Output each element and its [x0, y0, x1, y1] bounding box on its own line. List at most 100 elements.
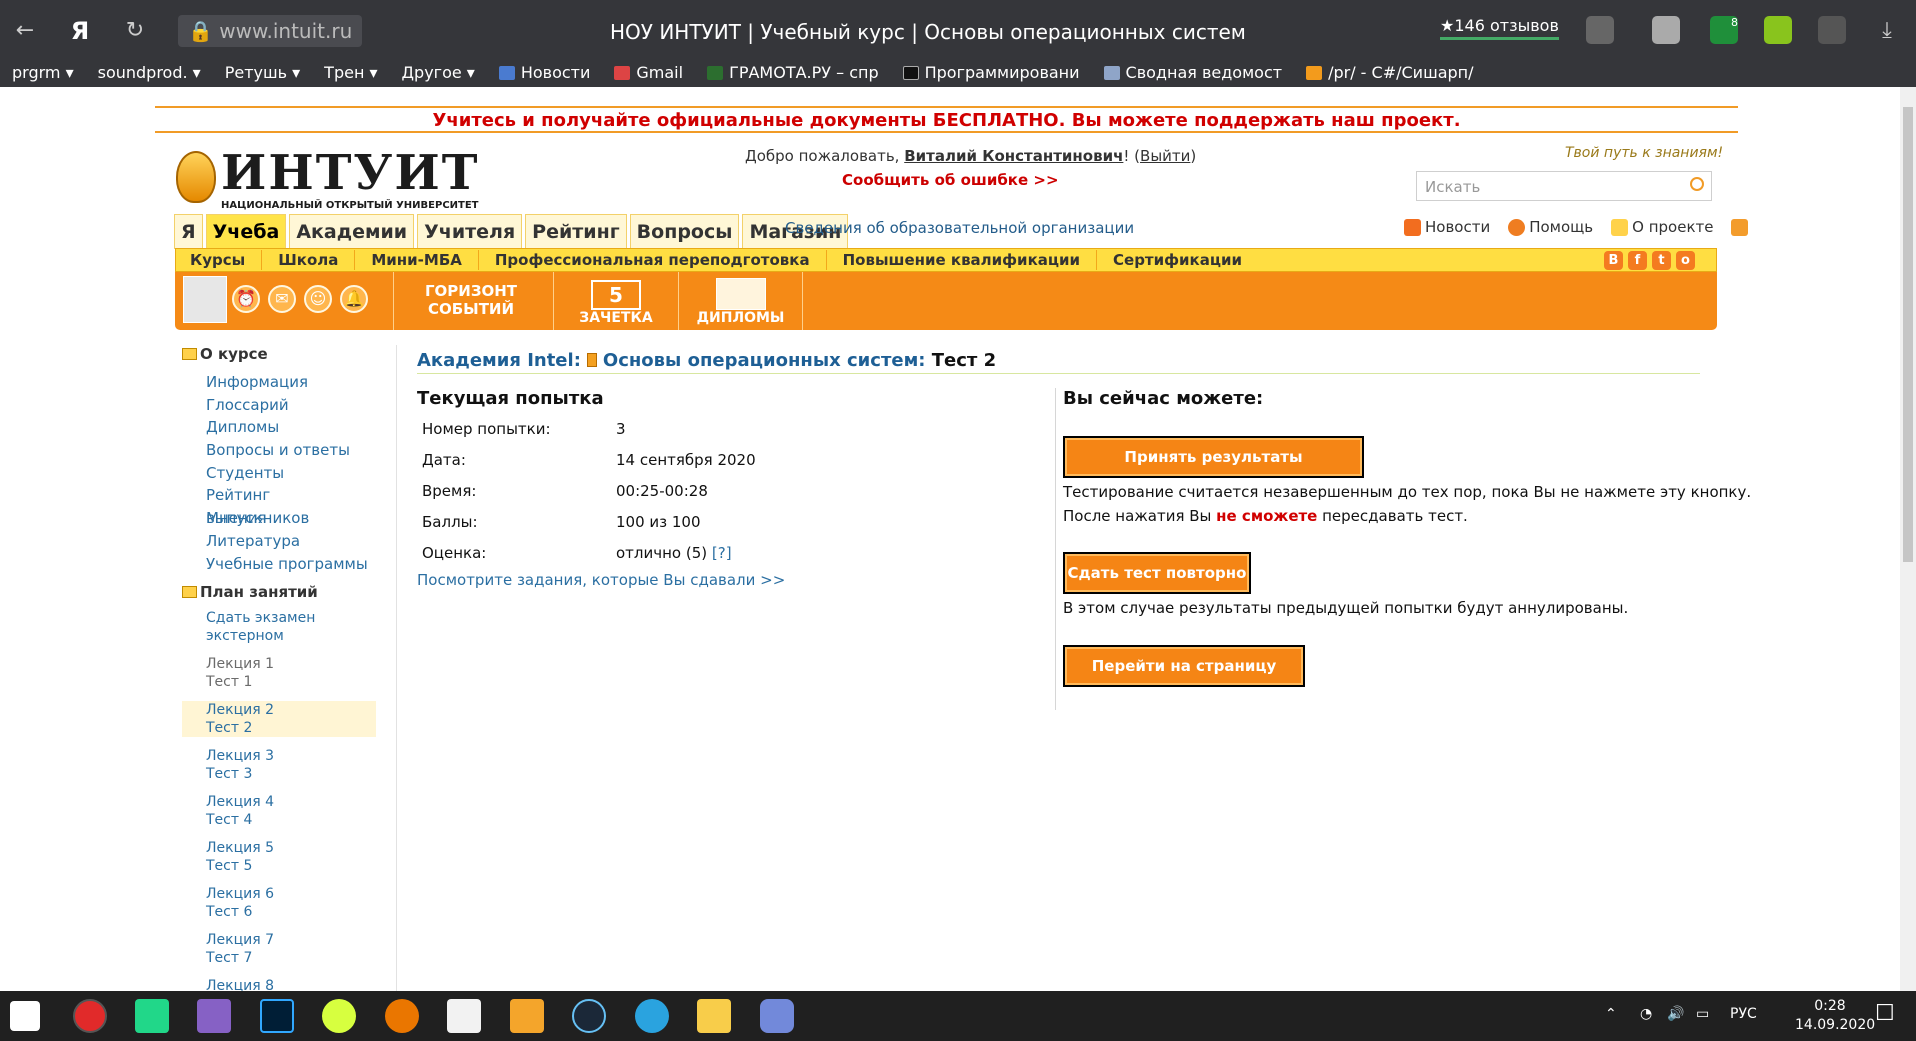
photoshop-icon[interactable]: [260, 999, 294, 1033]
sidebar-link-information[interactable]: Информация: [206, 371, 376, 394]
avatar[interactable]: [183, 276, 227, 323]
tab-me[interactable]: Я: [174, 214, 203, 249]
tab-academies[interactable]: Академии: [289, 214, 415, 249]
notifications-icon[interactable]: ☐: [1875, 1001, 1895, 1026]
lesson-plan-heading[interactable]: План занятий: [182, 583, 376, 601]
bookmark-soundprod[interactable]: soundprod. ▾: [98, 63, 201, 82]
breadcrumb-course-link[interactable]: Основы операционных систем: [603, 350, 918, 371]
bookmark-news[interactable]: Новости: [498, 63, 590, 82]
tab-questions[interactable]: Вопросы: [629, 214, 740, 249]
bookmark-programming[interactable]: Программировани: [902, 63, 1080, 82]
unity-icon[interactable]: [447, 999, 481, 1033]
organization-info-link[interactable]: Сведения об образовательной организации: [785, 219, 1134, 237]
screenshot-icon[interactable]: [1818, 16, 1846, 44]
windows-start-icon[interactable]: [10, 1001, 40, 1031]
address-bar[interactable]: 🔒 www.intuit.ru: [178, 15, 363, 47]
subnav-qualification[interactable]: Повышение квалификации: [827, 250, 1098, 270]
bookmark-csharp[interactable]: /pr/ - C#/Сишарп/: [1306, 63, 1474, 82]
content-divider: [1055, 388, 1056, 710]
report-error-link[interactable]: Сообщить об ошибке >>: [842, 171, 1059, 189]
help-link[interactable]: Помощь: [1508, 218, 1593, 236]
user-toolbar: ⏰ ✉ ☺ 🔔 ГОРИЗОНТ СОБЫТИЙ 5 ЗАЧЕТКА ДИПЛО…: [175, 272, 1717, 330]
yandex-menu-button[interactable]: Я: [65, 16, 95, 46]
fl-studio-icon[interactable]: [510, 999, 544, 1033]
sidebar-link-literature[interactable]: Литература: [206, 530, 376, 553]
subnav-school[interactable]: Школа: [262, 250, 356, 270]
tray-chevron-icon[interactable]: ⌃: [1605, 1006, 1617, 1022]
bookmark-other[interactable]: Другое ▾: [402, 63, 475, 82]
retake-test-button[interactable]: Сдать тест повторно: [1063, 552, 1251, 594]
bookmark-prgrm[interactable]: prgrm ▾: [12, 63, 74, 82]
diplomas-banner[interactable]: ДИПЛОМЫ: [678, 272, 803, 330]
bookmark-icon[interactable]: [1586, 16, 1614, 44]
sidebar-link-graduates-rating[interactable]: Рейтинг выпускников: [206, 484, 376, 527]
tab-rating[interactable]: Рейтинг: [525, 214, 627, 249]
view-submitted-tasks-link[interactable]: Посмотрите задания, которые Вы сдавали >…: [417, 571, 785, 589]
steam-icon[interactable]: [572, 999, 606, 1033]
go-to-course-button[interactable]: Перейти на страницу курса: [1063, 645, 1305, 713]
telegram-icon[interactable]: [635, 999, 669, 1033]
alarm-clock-icon[interactable]: ⏰: [232, 285, 260, 313]
user-link[interactable]: Виталий Константинович: [904, 147, 1123, 165]
odnoklassniki-icon[interactable]: о: [1676, 251, 1695, 270]
sidebar-link-students[interactable]: Студенты: [206, 462, 376, 485]
downloads-icon[interactable]: ⤓: [1872, 16, 1902, 46]
bell-icon[interactable]: 🔔: [340, 285, 368, 313]
blender-icon[interactable]: [385, 999, 419, 1033]
discord-icon[interactable]: [760, 999, 794, 1033]
facebook-icon[interactable]: f: [1628, 251, 1647, 270]
bookmark-summary[interactable]: Сводная ведомост: [1103, 63, 1282, 82]
page-scrollbar[interactable]: [1900, 87, 1916, 991]
twitter-icon[interactable]: t: [1652, 251, 1671, 270]
about-link[interactable]: О проекте: [1611, 218, 1713, 236]
top-links: Новости Помощь О проекте: [1404, 218, 1752, 236]
sidebar-link-diplomas[interactable]: Дипломы: [206, 416, 376, 439]
news-link[interactable]: Новости: [1404, 218, 1490, 236]
volume-icon[interactable]: 🔊: [1667, 1006, 1684, 1022]
gradebook-banner[interactable]: 5 ЗАЧЕТКА: [553, 272, 678, 330]
reviews-button[interactable]: ★146 отзывов: [1440, 16, 1559, 40]
bookmark-gramota[interactable]: ГРАМОТА.РУ – спр: [707, 63, 879, 82]
file-explorer-icon[interactable]: [697, 999, 731, 1033]
accept-results-button[interactable]: Принять результаты тестирования: [1063, 436, 1364, 504]
visual-studio-icon[interactable]: [197, 999, 231, 1033]
back-icon[interactable]: ←: [10, 16, 40, 46]
language-indicator[interactable]: РУС: [1730, 1006, 1757, 1022]
pycharm-icon[interactable]: [135, 999, 169, 1033]
tab-teachers[interactable]: Учителя: [417, 214, 523, 249]
time-value: 00:25-00:28: [616, 482, 708, 500]
search-input[interactable]: Искать: [1416, 171, 1712, 201]
bookmark-retouch[interactable]: Ретушь ▾: [225, 63, 300, 82]
sidebar-link-glossary[interactable]: Глоссарий: [206, 394, 376, 417]
grade-help-link[interactable]: [?]: [712, 544, 732, 562]
sidebar-link-qa[interactable]: Вопросы и ответы: [206, 439, 376, 462]
inkscape-icon[interactable]: [322, 999, 356, 1033]
vk-icon[interactable]: В: [1604, 251, 1623, 270]
battery-icon[interactable]: ▭: [1696, 1006, 1709, 1022]
yandex-browser-icon[interactable]: [73, 999, 107, 1033]
clock[interactable]: 0:28 14.09.2020: [1795, 998, 1875, 1033]
subnav-retraining[interactable]: Профессиональная переподготовка: [479, 250, 827, 270]
scrollbar-thumb[interactable]: [1903, 107, 1913, 562]
subnav-certifications[interactable]: Сертификации: [1097, 250, 1258, 270]
reload-icon[interactable]: ↻: [120, 16, 150, 46]
promo-banner[interactable]: Учитесь и получайте официальные документ…: [155, 106, 1738, 133]
extension-icon[interactable]: [1652, 16, 1680, 44]
friends-icon[interactable]: ☺: [304, 285, 332, 313]
subnav-courses[interactable]: Курсы: [176, 250, 263, 270]
bookmark-tren[interactable]: Трен ▾: [324, 63, 377, 82]
sidebar-link-programs[interactable]: Учебные программы: [206, 553, 376, 576]
mail-icon[interactable]: ✉: [268, 285, 296, 313]
shield-extension-icon[interactable]: 8: [1710, 16, 1738, 44]
about-course-heading[interactable]: О курсе: [182, 345, 376, 363]
bookmark-gmail[interactable]: Gmail: [614, 63, 683, 82]
wifi-icon[interactable]: ◔: [1640, 1006, 1652, 1022]
logout-link[interactable]: Выйти: [1140, 147, 1190, 165]
download-arrow-icon[interactable]: [1764, 16, 1792, 44]
subnav-mini-mba[interactable]: Мини-МБА: [355, 250, 479, 270]
events-horizon-banner[interactable]: ГОРИЗОНТ СОБЫТИЙ: [393, 272, 548, 330]
external-exam-link[interactable]: Сдать экзамен экстерном: [182, 609, 376, 645]
sitemap-icon[interactable]: [1731, 218, 1752, 236]
tab-study[interactable]: Учеба: [205, 214, 287, 249]
breadcrumb-academy-link[interactable]: Академия Intel: [417, 350, 574, 371]
